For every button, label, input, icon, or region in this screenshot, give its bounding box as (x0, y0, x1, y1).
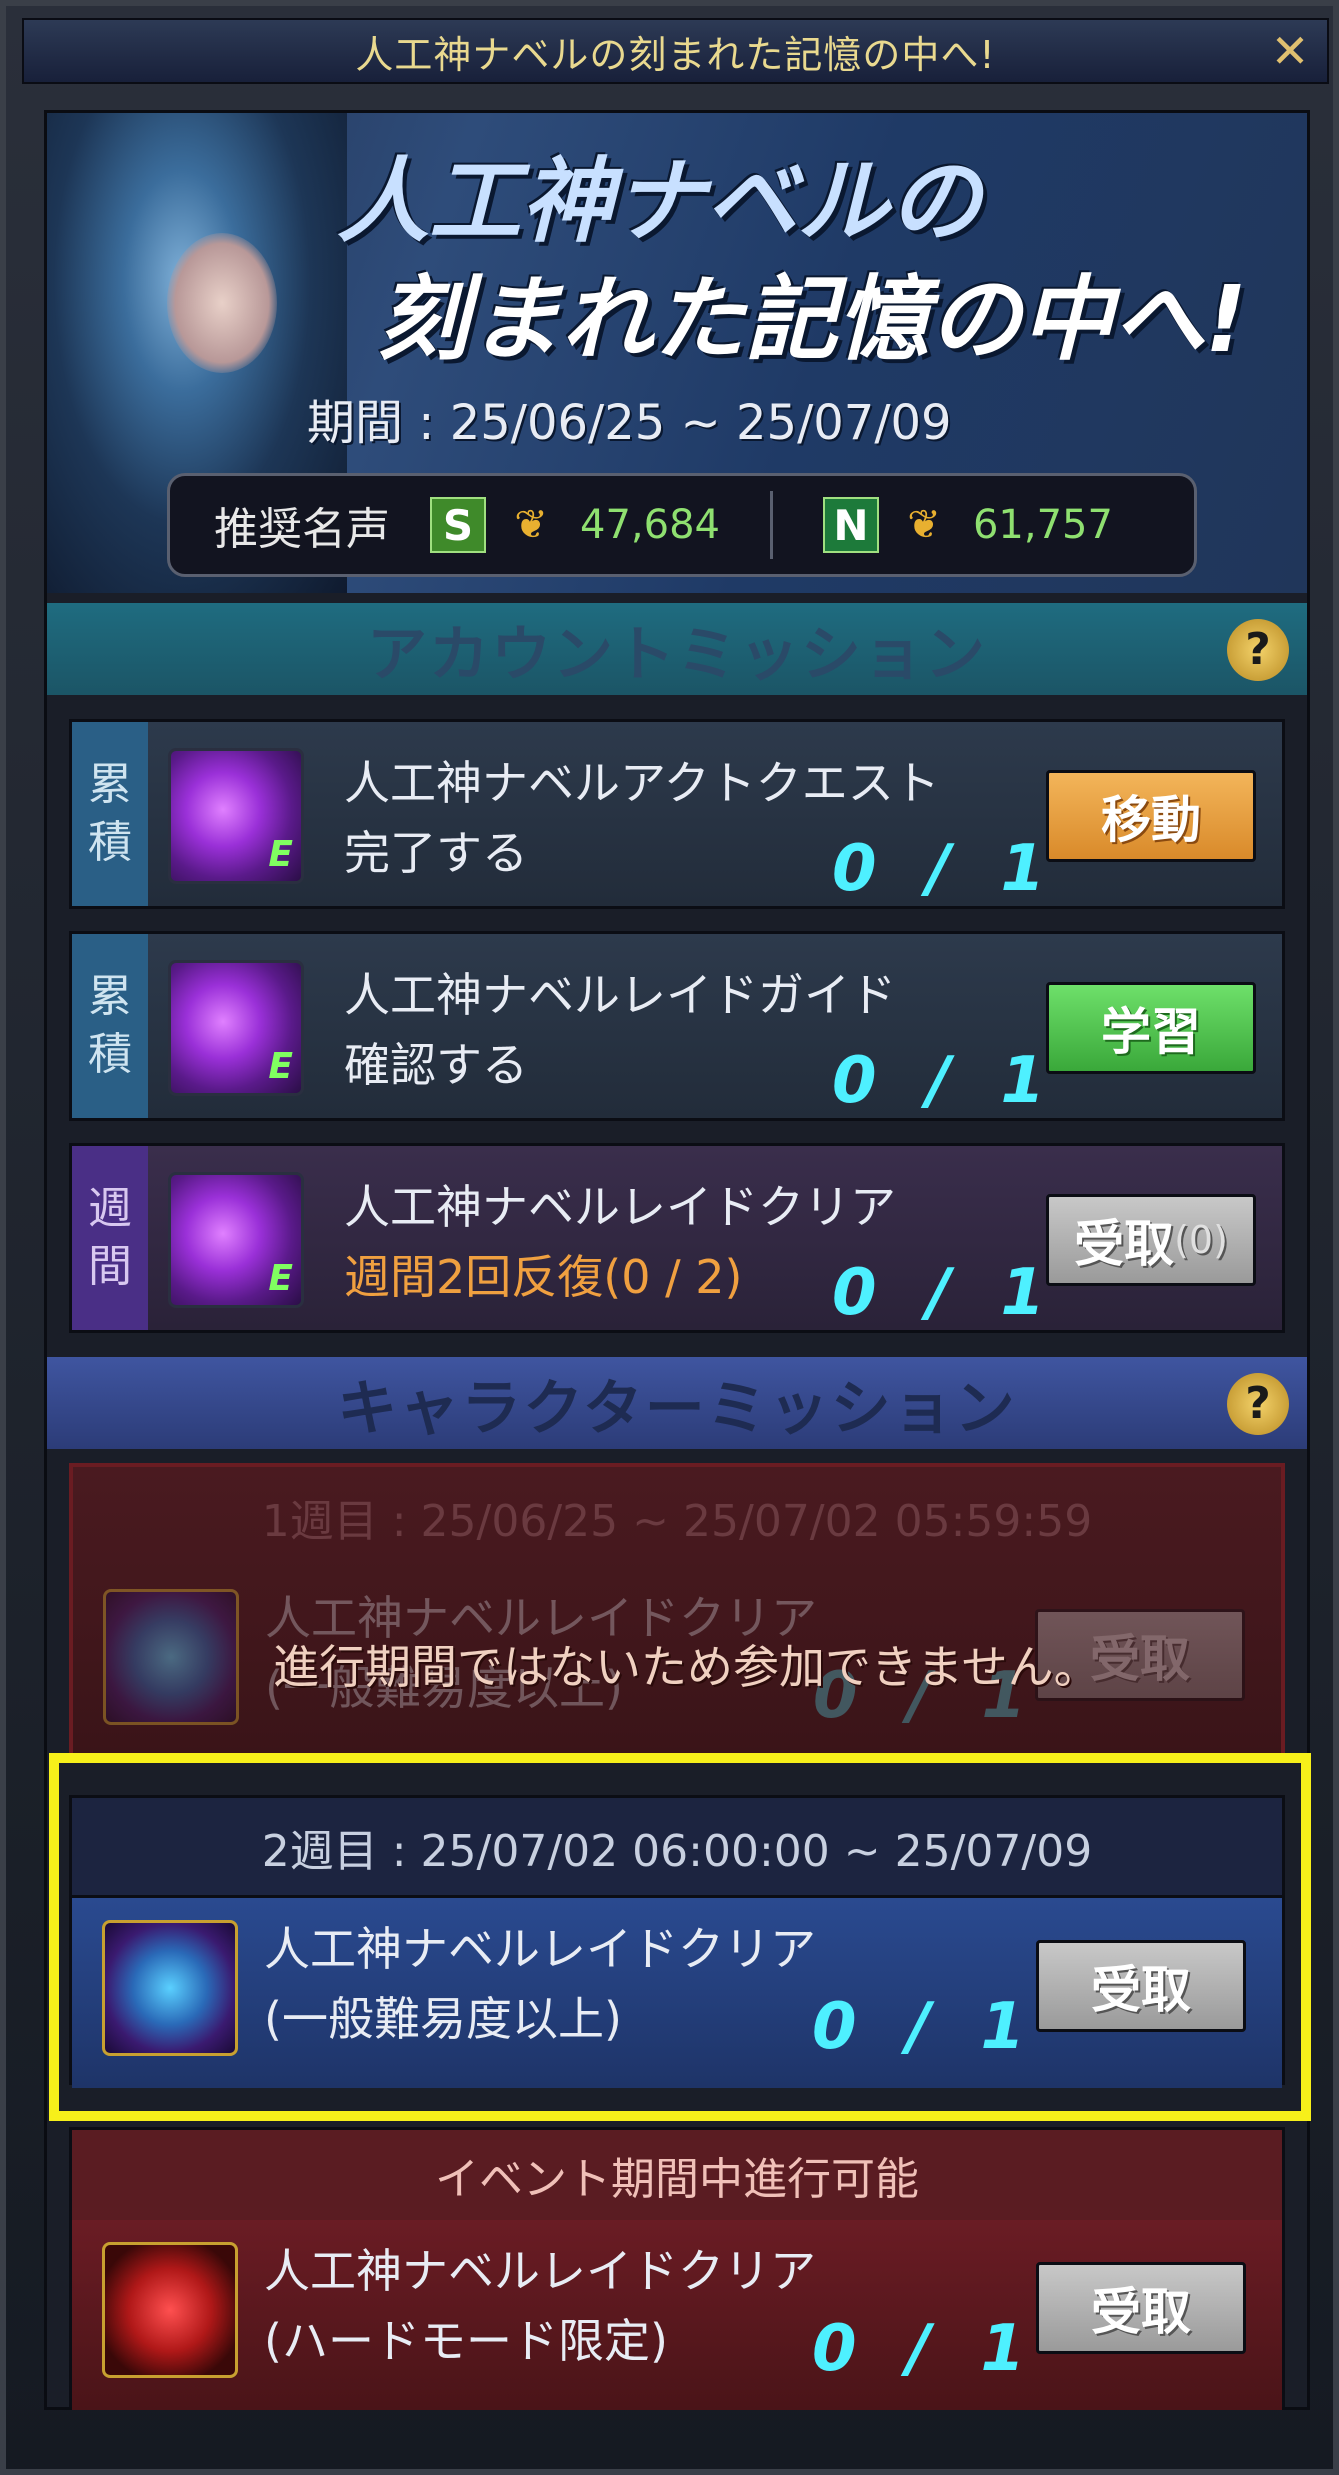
event-mission-box: イベント期間中進行可能 人工神ナベルレイドクリア (ハードモード限定) 0 / … (69, 2127, 1285, 2410)
raid-crystal-icon: E (168, 960, 304, 1096)
receive-button[interactable]: 受取 (1036, 2262, 1246, 2354)
raid-chest-icon (103, 1589, 239, 1725)
raid-chest-icon (102, 1920, 238, 2056)
window-title: 人工神ナベルの刻まれた記憶の中へ! (355, 32, 996, 77)
mission-condition: (一般難易度以上) (264, 1992, 622, 2046)
mission-progress: 0 / 1 (832, 832, 1059, 906)
week2-mission-row: 人工神ナベルレイドクリア (一般難易度以上) 0 / 1 受取 (72, 1898, 1282, 2088)
mission-progress: 0 / 1 (832, 1044, 1059, 1118)
mission-type-tag: 週間 (72, 1146, 148, 1330)
mission-condition: (ハードモード限定) (264, 2314, 668, 2368)
fame-divider (769, 491, 773, 559)
receive-button[interactable]: 受取 (0) (1046, 1194, 1256, 1286)
account-mission-row: 累積 E 人工神ナベルレイドガイド 確認する 0 / 1 学習 (69, 931, 1285, 1121)
week1-period: 1週目 : 25/06/25 ~ 25/07/02 05:59:59 (261, 1496, 1093, 1547)
mission-progress: 0 / 1 (832, 1256, 1059, 1330)
banner-title-line2: 刻まれた記憶の中へ! (377, 266, 1247, 373)
banner-title-line1: 人工神ナベルの (337, 148, 982, 255)
mission-name: 人工神ナベルアクトクエスト (344, 756, 940, 810)
learn-button[interactable]: 学習 (1046, 982, 1256, 1074)
raid-crystal-icon: E (168, 1172, 304, 1308)
window-frame: 人工神ナベルの刻まれた記憶の中へ! ✕ 人工神ナベルの 刻まれた記憶の中へ! 期… (0, 0, 1339, 2475)
fame-label: 推奨名声 (214, 504, 390, 555)
mission-text: 人工神ナベルレイドクリア (ハードモード限定) (264, 2236, 816, 2376)
event-banner: 人工神ナベルの 刻まれた記憶の中へ! 期間 : 25/06/25 ~ 25/07… (47, 113, 1307, 593)
help-icon[interactable]: ? (1227, 1373, 1289, 1435)
raid-crystal-icon: E (168, 748, 304, 884)
banner-title: 人工神ナベルの 刻まれた記憶の中へ! (337, 143, 1297, 379)
fame-crest-icon: ❦ (514, 502, 548, 548)
mission-progress: 0 / 1 (812, 1990, 1039, 2064)
help-icon[interactable]: ? (1227, 619, 1289, 681)
fame-crest-icon: ❦ (907, 502, 941, 548)
event-mission-row: 人工神ナベルレイドクリア (ハードモード限定) 0 / 1 受取 (72, 2220, 1282, 2410)
unavailable-notice: 進行期間ではないため参加できません。 (273, 1640, 1100, 1694)
account-mission-title: アカウントミッション (367, 619, 987, 690)
account-mission-row: 累積 E 人工神ナベルアクトクエスト 完了する 0 / 1 移動 (69, 719, 1285, 909)
mission-name: 人工神ナベルレイドガイド (344, 968, 896, 1022)
mission-name: 人工神ナベルレイドクリア (264, 1922, 816, 1976)
week2-period: 2週目 : 25/07/02 06:00:00 ~ 25/07/09 (72, 1798, 1282, 1898)
week1-mission-box: 1週目 : 25/06/25 ~ 25/07/02 05:59:59 人工神ナベ… (69, 1463, 1285, 1763)
event-period: 期間 : 25/06/25 ~ 25/07/09 (307, 395, 952, 451)
mission-name: 人工神ナベルレイドクリア (264, 2244, 816, 2298)
week2-mission-box: 2週目 : 25/07/02 06:00:00 ~ 25/07/09 人工神ナベ… (69, 1795, 1285, 2088)
mission-name: 人工神ナベルレイドクリア (344, 1180, 896, 1234)
mission-type-tag: 累積 (72, 722, 148, 906)
account-mission-header: アカウントミッション ? (47, 603, 1307, 695)
receive-button[interactable]: 受取 (1036, 1940, 1246, 2032)
character-mission-header: キャラクターミッション ? (47, 1357, 1307, 1449)
mission-text: 人工神ナベルレイドガイド 確認する (344, 960, 896, 1100)
close-icon[interactable]: ✕ (1265, 26, 1315, 76)
recommended-fame-box: 推奨名声 S ❦ 47,684 N ❦ 61,757 (167, 473, 1197, 577)
fame-s-value: 47,684 (580, 502, 720, 548)
event-panel: 人工神ナベルの 刻まれた記憶の中へ! 期間 : 25/06/25 ~ 25/07… (44, 110, 1311, 2410)
event-period-label: イベント期間中進行可能 (72, 2130, 1282, 2220)
s-grade-badge: S (430, 497, 486, 553)
n-grade-badge: N (822, 497, 879, 553)
mission-repeat-count: 週間2回反復(0 / 2) (344, 1250, 743, 1304)
mission-text: 人工神ナベルレイドクリア 週間2回反復(0 / 2) (344, 1172, 896, 1312)
mission-type-tag: 累積 (72, 934, 148, 1118)
mission-text: 人工神ナベルレイドクリア (一般難易度以上) (264, 1914, 816, 2054)
fame-n-value: 61,757 (972, 502, 1113, 548)
character-mission-title: キャラクターミッション (337, 1373, 1017, 1444)
account-mission-row: 週間 E 人工神ナベルレイドクリア 週間2回反復(0 / 2) 0 / 1 受取… (69, 1143, 1285, 1333)
skull-emblem-icon (102, 2242, 238, 2378)
mission-condition: 確認する (344, 1038, 528, 1092)
mission-progress: 0 / 1 (812, 2312, 1039, 2386)
title-bar: 人工神ナベルの刻まれた記憶の中へ! ✕ (22, 18, 1329, 84)
move-button[interactable]: 移動 (1046, 770, 1256, 862)
